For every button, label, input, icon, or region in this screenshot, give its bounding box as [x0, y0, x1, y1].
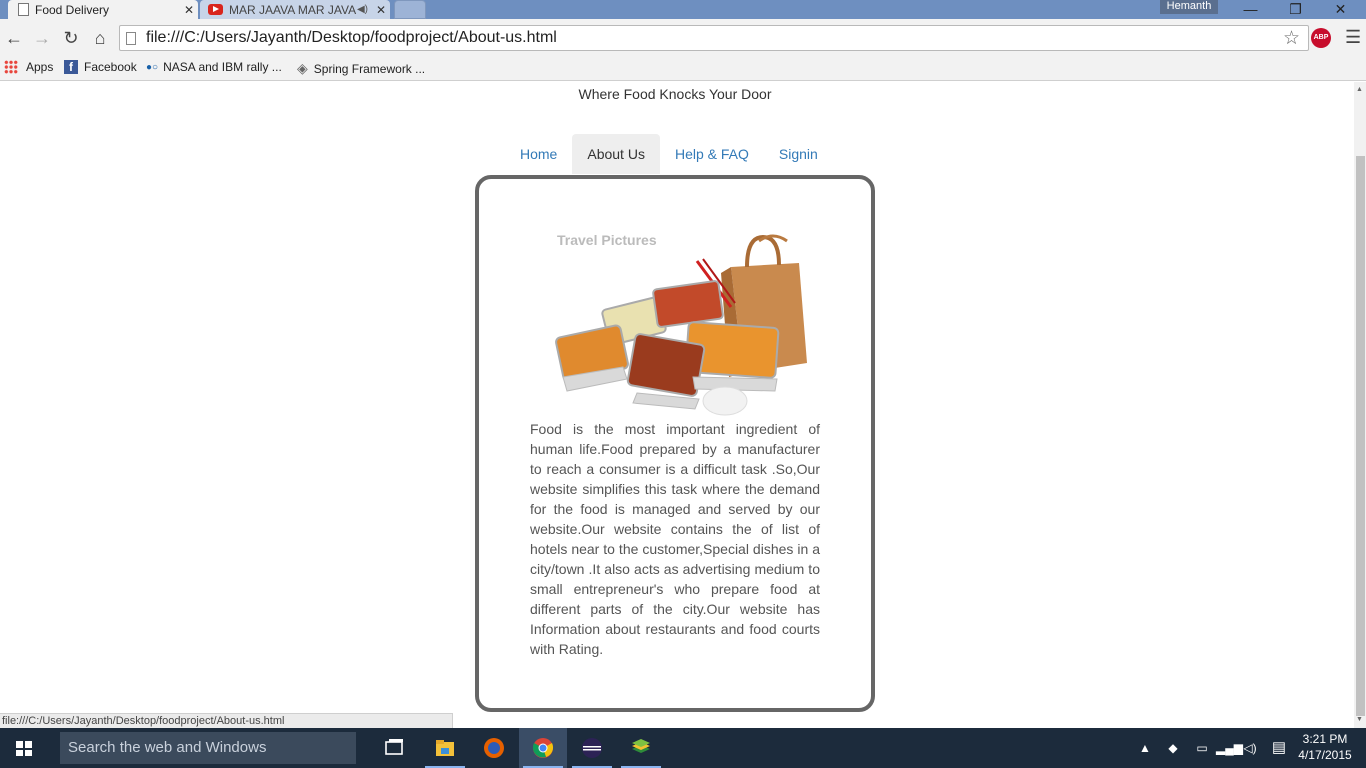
- eclipse-icon: [582, 738, 602, 758]
- task-view-button[interactable]: [370, 728, 418, 768]
- firefox-icon: [484, 738, 504, 758]
- bookmark-label: Facebook: [84, 60, 137, 74]
- bookmark-apps[interactable]: Apps: [4, 60, 53, 74]
- taskbar-chrome[interactable]: [519, 728, 567, 768]
- reload-icon[interactable]: ↻: [60, 27, 82, 49]
- taskbar-clock[interactable]: 3:21 PM 4/17/2015: [1296, 731, 1354, 763]
- chrome-icon: [532, 738, 554, 758]
- battery-icon[interactable]: ▭: [1192, 728, 1212, 768]
- new-tab-button[interactable]: [394, 0, 426, 19]
- forward-arrow-icon[interactable]: →: [31, 27, 53, 49]
- task-view-icon: [385, 739, 403, 755]
- close-window-button[interactable]: ✕: [1318, 0, 1363, 19]
- page-viewport: Where Food Knocks Your Door Home About U…: [0, 82, 1354, 728]
- network-icon[interactable]: ▂▄▆: [1216, 728, 1243, 768]
- taskbar-bluestacks[interactable]: [617, 728, 665, 768]
- nasa-icon: ●○: [146, 61, 159, 73]
- tab-title: MAR JAAVA MAR JAVA: [229, 2, 357, 17]
- tab-youtube[interactable]: MAR JAAVA MAR JAVA ◀) ✕: [200, 0, 390, 19]
- minimize-button[interactable]: —: [1228, 0, 1273, 19]
- menu-icon[interactable]: ☰: [1345, 27, 1361, 48]
- bookmark-label: Spring Framework ...: [313, 61, 426, 76]
- audio-playing-icon: ◀): [356, 4, 368, 15]
- about-paragraph: Food is the most important ingredient of…: [530, 421, 820, 657]
- bluestacks-icon: [632, 739, 650, 753]
- profile-badge[interactable]: Hemanth: [1160, 0, 1218, 14]
- taskbar-firefox[interactable]: [470, 728, 518, 768]
- volume-icon[interactable]: ◁): [1240, 728, 1260, 768]
- nav-signin[interactable]: Signin: [764, 134, 833, 174]
- main-nav: Home About Us Help & FAQ Signin: [505, 134, 833, 174]
- youtube-icon: [208, 4, 223, 15]
- windows-taskbar: Search the web and Windows ▲ ◆ ▭ ▂▄▆ ◁) …: [0, 728, 1366, 768]
- clock-date: 4/17/2015: [1298, 748, 1352, 762]
- scroll-up-arrow-icon[interactable]: ▲: [1356, 86, 1363, 93]
- tab-food-delivery[interactable]: Food Delivery ✕: [8, 0, 198, 19]
- taskbar-file-explorer[interactable]: [421, 728, 469, 768]
- bookmark-star-icon[interactable]: ☆: [1283, 27, 1300, 50]
- taskbar-search-box[interactable]: Search the web and Windows: [60, 732, 356, 764]
- show-hidden-icons-button[interactable]: ▲: [1138, 728, 1152, 768]
- site-tagline: Where Food Knocks Your Door: [578, 86, 772, 102]
- about-card: Travel Pictures Food is the most importa…: [475, 175, 875, 712]
- windows-logo-icon: [16, 741, 32, 756]
- nav-about-us[interactable]: About Us: [572, 134, 660, 174]
- adblock-plus-icon[interactable]: ABP: [1311, 28, 1331, 48]
- scroll-thumb[interactable]: [1356, 156, 1365, 716]
- nav-help-faq[interactable]: Help & FAQ: [660, 134, 764, 174]
- page-icon: [126, 32, 136, 45]
- bookmark-label: NASA and IBM rally ...: [163, 60, 282, 74]
- url-text[interactable]: file:///C:/Users/Jayanth/Desktop/foodpro…: [146, 29, 557, 47]
- tab-title: Food Delivery: [35, 2, 110, 17]
- spring-icon: ◈: [297, 60, 308, 76]
- nav-home[interactable]: Home: [505, 134, 572, 174]
- scroll-down-arrow-icon[interactable]: ▼: [1356, 716, 1363, 723]
- back-arrow-icon[interactable]: ←: [3, 27, 25, 49]
- clock-time: 3:21 PM: [1302, 732, 1348, 746]
- address-bar[interactable]: file:///C:/Users/Jayanth/Desktop/foodpro…: [119, 25, 1309, 51]
- file-explorer-icon: [436, 740, 454, 756]
- tab-close-icon[interactable]: ✕: [372, 3, 390, 17]
- document-icon: [18, 3, 29, 16]
- bookmarks-bar: Apps f Facebook ●○ NASA and IBM rally ..…: [0, 57, 1366, 81]
- bookmark-label: Apps: [26, 60, 54, 74]
- action-center-icon[interactable]: ▤: [1268, 728, 1290, 768]
- tab-close-icon[interactable]: ✕: [180, 3, 198, 17]
- bluestacks-tray-icon[interactable]: ◆: [1164, 728, 1182, 768]
- status-bar: file:///C:/Users/Jayanth/Desktop/foodpro…: [0, 713, 453, 728]
- taskbar-eclipse[interactable]: [568, 728, 616, 768]
- vertical-scrollbar[interactable]: ▲ ▼: [1354, 82, 1366, 728]
- restore-button[interactable]: ❐: [1273, 0, 1318, 19]
- image-watermark: Travel Pictures: [557, 232, 657, 248]
- bookmark-facebook[interactable]: f Facebook: [64, 60, 137, 74]
- food-delivery-image: Travel Pictures: [555, 232, 807, 416]
- bookmark-spring[interactable]: ◈ Spring Framework ...: [297, 60, 425, 77]
- apps-grid-icon: [4, 60, 18, 74]
- browser-titlebar: Food Delivery ✕ MAR JAAVA MAR JAVA ◀) ✕ …: [0, 0, 1366, 19]
- start-button[interactable]: [0, 728, 48, 768]
- bookmark-nasa[interactable]: ●○ NASA and IBM rally ...: [146, 60, 282, 74]
- browser-toolbar: ← → ↻ ⌂ file:///C:/Users/Jayanth/Desktop…: [0, 19, 1366, 57]
- facebook-icon: f: [64, 60, 78, 74]
- home-icon[interactable]: ⌂: [89, 27, 111, 49]
